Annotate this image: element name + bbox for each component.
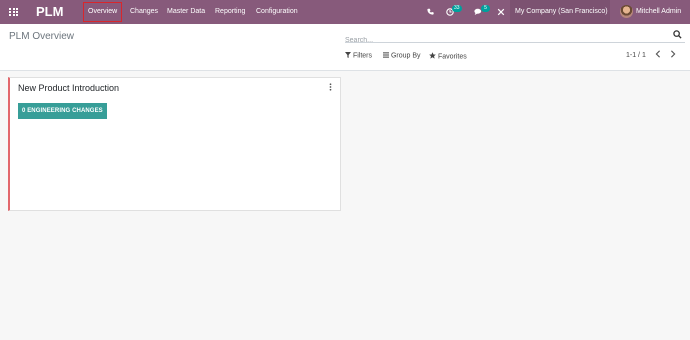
search-input[interactable]: [345, 34, 665, 47]
filters-label: Filters: [352, 52, 373, 60]
menu-configuration[interactable]: Configuration: [256, 0, 298, 24]
filter-icon: [345, 52, 351, 58]
pager-previous-icon[interactable]: [655, 50, 661, 60]
debug-tools-icon[interactable]: [497, 0, 505, 24]
activity-clock-icon[interactable]: [446, 0, 454, 24]
page-title: PLM Overview: [9, 31, 75, 42]
pager-next-icon[interactable]: [670, 50, 676, 60]
engineering-changes-button[interactable]: 0 ENGINEERING CHANGES: [18, 103, 107, 119]
groupby-button[interactable]: Group By: [383, 52, 421, 60]
list-icon: [383, 52, 389, 58]
star-icon: [429, 52, 436, 59]
pager-value[interactable]: 1-1 / 1: [626, 52, 646, 59]
search-icon[interactable]: [673, 30, 682, 39]
favorites-button[interactable]: Favorites: [429, 52, 467, 61]
user-avatar[interactable]: [620, 5, 633, 18]
groupby-label: Group By: [390, 52, 421, 60]
phone-icon[interactable]: [427, 0, 434, 24]
search-bar: [345, 29, 685, 47]
menu-overview[interactable]: Overview: [83, 2, 123, 22]
messages-icon[interactable]: [474, 0, 483, 24]
top-navbar: PLM Overview Changes Master Data Reporti…: [0, 0, 690, 24]
card-title: New Product Introduction: [18, 83, 120, 93]
menu-changes[interactable]: Changes: [130, 0, 158, 24]
filters-button[interactable]: Filters: [345, 52, 372, 60]
activity-count-badge: 33: [452, 5, 462, 12]
menu-master-data[interactable]: Master Data: [167, 0, 205, 24]
kebab-menu-icon[interactable]: [329, 83, 332, 92]
control-panel: PLM Overview Filters Group By Favorites …: [0, 24, 690, 71]
company-switcher[interactable]: My Company (San Francisco): [510, 0, 610, 24]
message-count-badge: 5: [481, 5, 490, 12]
menu-reporting[interactable]: Reporting: [215, 0, 245, 24]
favorites-label: Favorites: [437, 53, 467, 61]
kanban-card[interactable]: New Product Introduction 0 ENGINEERING C…: [8, 77, 341, 211]
user-menu[interactable]: Mitchell Admin: [636, 0, 681, 24]
app-name[interactable]: PLM: [36, 4, 63, 20]
app-grid-icon[interactable]: [9, 8, 18, 16]
